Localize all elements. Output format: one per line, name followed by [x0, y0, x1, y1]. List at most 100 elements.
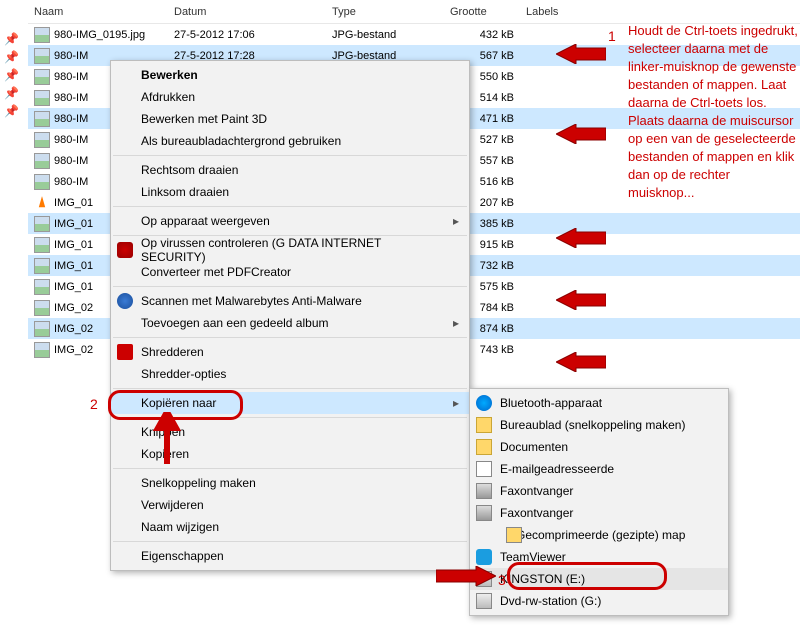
file-icon — [34, 237, 50, 253]
file-icon — [34, 90, 50, 106]
file-name: IMG_02 — [54, 344, 93, 356]
menu-item-label: Naam wijzigen — [141, 520, 219, 534]
file-icon — [34, 195, 50, 211]
col-date[interactable]: Datum — [168, 6, 326, 18]
pin-icon: 📌 — [4, 86, 18, 100]
selection-arrow — [556, 352, 606, 372]
submenu-item-label: E-mailgeadresseerde — [500, 462, 614, 476]
col-name[interactable]: Naam — [28, 6, 168, 18]
menu-item[interactable]: Naam wijzigen — [111, 516, 469, 538]
menu-item[interactable]: Eigenschappen — [111, 545, 469, 567]
file-type: JPG-bestand — [326, 29, 444, 41]
file-name: IMG_01 — [54, 260, 93, 272]
selection-arrow — [556, 124, 606, 144]
step-1-label: 1 — [608, 28, 616, 44]
file-icon — [34, 300, 50, 316]
menu-item-label: Bewerken — [141, 68, 198, 82]
file-name: 980-IM — [54, 92, 88, 104]
menu-item[interactable]: Afdrukken — [111, 86, 469, 108]
submenu-item-label: Faxontvanger — [500, 484, 573, 498]
menu-item-label: Shredderen — [141, 345, 204, 359]
menu-item[interactable]: Toevoegen aan een gedeeld album — [111, 312, 469, 334]
menu-item-label: Rechtsom draaien — [141, 163, 238, 177]
shield-icon — [117, 242, 133, 258]
step-3-arrow — [436, 566, 496, 589]
submenu-item[interactable]: Dvd-rw-station (G:) — [470, 590, 728, 612]
file-name: 980-IM — [54, 71, 88, 83]
menu-item[interactable]: Snelkoppeling maken — [111, 472, 469, 494]
fold-icon — [476, 417, 492, 433]
zip-icon — [506, 527, 522, 543]
bt-icon — [476, 395, 492, 411]
fold-icon — [476, 439, 492, 455]
submenu-item[interactable]: Faxontvanger — [470, 502, 728, 524]
fax-icon — [476, 483, 492, 499]
column-headers[interactable]: Naam Datum Type Grootte Labels — [28, 0, 800, 24]
pin-icon: 📌 — [4, 104, 18, 118]
submenu-item-label: Dvd-rw-station (G:) — [500, 594, 601, 608]
file-name: IMG_01 — [54, 218, 93, 230]
highlight-circle-kingston — [507, 562, 667, 590]
submenu-item[interactable]: Bureaublad (snelkoppeling maken) — [470, 414, 728, 436]
submenu-item-label: Faxontvanger — [500, 506, 573, 520]
mail-icon — [476, 461, 492, 477]
col-labels[interactable]: Labels — [520, 6, 800, 18]
menu-item-label: Bewerken met Paint 3D — [141, 112, 267, 126]
file-icon — [34, 69, 50, 85]
menu-item-label: Als bureaubladachtergrond gebruiken — [141, 134, 341, 148]
context-menu[interactable]: Bewerken Afdrukken Bewerken met Paint 3D Al… — [110, 60, 470, 571]
submenu-item[interactable]: Gecomprimeerde (gezipte) map — [470, 524, 728, 546]
file-name: 980-IM — [54, 134, 88, 146]
file-icon — [34, 174, 50, 190]
col-type[interactable]: Type — [326, 6, 444, 18]
submenu-item-label: Bureaublad (snelkoppeling maken) — [500, 418, 685, 432]
file-icon — [34, 258, 50, 274]
file-name: IMG_01 — [54, 239, 93, 251]
file-name: IMG_02 — [54, 323, 93, 335]
file-name: IMG_02 — [54, 302, 93, 314]
submenu-item-label: Bluetooth-apparaat — [500, 396, 602, 410]
menu-item[interactable]: Als bureaubladachtergrond gebruiken — [111, 130, 469, 152]
step-2-label: 2 — [90, 396, 98, 412]
menu-item[interactable]: Shredder-opties — [111, 363, 469, 385]
menu-item[interactable]: Rechtsom draaien — [111, 159, 469, 181]
blue-icon — [117, 293, 133, 309]
menu-item[interactable]: Linksom draaien — [111, 181, 469, 203]
menu-item[interactable]: Op apparaat weergeven — [111, 210, 469, 232]
file-icon — [34, 48, 50, 64]
menu-item[interactable]: Bewerken met Paint 3D — [111, 108, 469, 130]
file-icon — [34, 27, 50, 43]
submenu-item[interactable]: Faxontvanger — [470, 480, 728, 502]
pin-icon: 📌 — [4, 32, 18, 46]
fax-icon — [476, 505, 492, 521]
menu-item[interactable]: Scannen met Malwarebytes Anti-Malware — [111, 290, 469, 312]
file-name: 980-IM — [54, 113, 88, 125]
menu-item-label: Converteer met PDFCreator — [141, 265, 291, 279]
file-name: 980-IM — [54, 176, 88, 188]
menu-item[interactable]: Bewerken — [111, 64, 469, 86]
submenu-item[interactable]: Bluetooth-apparaat — [470, 392, 728, 414]
menu-item-label: Op virussen controleren (G DATA INTERNET… — [141, 236, 445, 264]
file-name: IMG_01 — [54, 197, 93, 209]
step-3-label: 3 — [498, 572, 506, 588]
submenu-item[interactable]: E-mailgeadresseerde — [470, 458, 728, 480]
menu-item[interactable]: Verwijderen — [111, 494, 469, 516]
menu-item[interactable]: Op virussen controleren (G DATA INTERNET… — [111, 239, 469, 261]
file-name: IMG_01 — [54, 281, 93, 293]
pin-icon: 📌 — [4, 68, 18, 82]
selection-arrow — [556, 290, 606, 310]
file-icon — [34, 216, 50, 232]
menu-item-label: Eigenschappen — [141, 549, 224, 563]
selection-arrow — [556, 228, 606, 248]
submenu-item[interactable]: Documenten — [470, 436, 728, 458]
menu-item[interactable]: Shredderen — [111, 341, 469, 363]
menu-item[interactable]: Converteer met PDFCreator — [111, 261, 469, 283]
menu-item-label: Scannen met Malwarebytes Anti-Malware — [141, 294, 362, 308]
col-size[interactable]: Grootte — [444, 6, 520, 18]
menu-item-label: Toevoegen aan een gedeeld album — [141, 316, 329, 330]
pin-icon: 📌 — [4, 50, 18, 64]
file-icon — [34, 153, 50, 169]
file-name: 980-IM — [54, 155, 88, 167]
menu-item-label: Afdrukken — [141, 90, 195, 104]
selection-arrow — [556, 44, 606, 64]
